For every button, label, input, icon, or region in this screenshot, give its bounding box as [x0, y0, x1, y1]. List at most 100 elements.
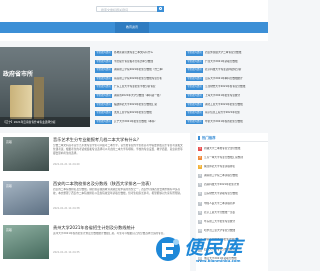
category-tag[interactable]: 学历提升资讯 — [95, 51, 112, 56]
list-item-title[interactable]: 广西大学2021年录取分数线 — [205, 60, 269, 65]
rank-title[interactable]: 华东理工大学招生专业统计 — [204, 220, 266, 224]
list-item-title[interactable]: 广东工业大学专业招生学校分析专业 — [114, 85, 178, 90]
category-tag[interactable]: 学历提升资讯 — [186, 76, 203, 82]
list-item-title[interactable]: 山东大学2021年本科分数线统计 — [205, 77, 269, 82]
list-item-title[interactable]: 北京科技大学专业选择如何分析 — [205, 68, 269, 73]
article-title[interactable]: 音乐艺术生分专业能报考几档二本大学有什么？ — [53, 137, 183, 143]
category-tag[interactable]: 学历提升资讯 — [186, 85, 203, 90]
rank-title[interactable]: 北京工商大学分数线一览表 — [204, 211, 266, 215]
article-item[interactable]: 高职 西安的二本院校排名及分数线（陕西大学排名一览表） 西安的二本院校排名及分数… — [3, 179, 187, 219]
list-item[interactable]: 学历提升资讯 广西大学2021年录取分数线 — [186, 58, 271, 67]
category-tag[interactable]: 学历提升资讯 — [186, 119, 203, 125]
article-thumbnail[interactable]: 高职 — [3, 137, 49, 171]
banner-image[interactable]: 政府省市所 【辽宁】2021年云南省专升本专业选择分析 — [0, 47, 90, 127]
category-tag[interactable]: 学历提升资讯 — [186, 102, 203, 108]
article-title[interactable]: 贵州大学2021年各省招生计划及分数线统计 — [53, 225, 183, 231]
list-item-title[interactable]: 学历提升专业报考分析历年分数线 — [114, 60, 178, 65]
list-item[interactable]: 学历提升资讯 华侨大学2021年各省招生分数线 — [186, 118, 271, 127]
watermark-brand: 便民库 — [184, 237, 243, 259]
rank-item[interactable]: 8 北京工商大学分数线一览表 — [196, 208, 268, 217]
list-item[interactable]: 学历提升资讯 福建师范大学2021年招生分数线汇总 — [95, 101, 180, 110]
category-tag[interactable]: 学历提升资讯 — [186, 93, 203, 99]
watermark-url: www.bianminku.com — [196, 258, 241, 263]
list-item[interactable]: 学历提升资讯 湖南理工学院2021年招生分数线（含二本） — [95, 66, 180, 75]
category-tag[interactable]: 学历提升资讯 — [95, 85, 112, 90]
list-item[interactable]: 学历提升资讯 湖南省2021年大学分数线（本科第一批） — [95, 92, 180, 101]
list-item[interactable]: 学历提升资讯 学历提升专业报考分析历年分数线 — [95, 58, 180, 67]
rank-item[interactable]: 7 中国人民大学二本录取名单 — [196, 199, 268, 208]
top-header: 搜索文章标题关键词 教育资讯 — [0, 0, 268, 41]
article-date: 2021-01-21 11:24:35 — [53, 251, 80, 254]
article-date: 2021-01-21 11:24:38 — [53, 207, 80, 210]
search-box[interactable]: 搜索文章标题关键词 — [96, 6, 164, 12]
list-item[interactable]: 学历提升资讯 广东工业大学专业招生学校分析专业 — [95, 83, 180, 92]
list-item-title[interactable]: 各地区资讯类专业二本文库有什么 — [114, 51, 178, 56]
list-item[interactable]: 学历提升资讯 各地区资讯类专业二本文库有什么 — [95, 49, 180, 58]
rank-item[interactable]: 3 陕西师范大学专业录取排名 — [196, 162, 268, 171]
rank-item[interactable]: 5 西南科技大学2021年招生计划 — [196, 181, 268, 190]
rank-item[interactable]: 2 江苏一本大学专业分数线汇总整理 — [196, 153, 268, 162]
rank-title[interactable]: 江苏一本大学专业分数线汇总整理 — [204, 156, 266, 160]
article-item[interactable]: 高职 音乐艺术生分专业能报考几档二本大学有什么？ 分数二本文科高考音乐艺术类专业… — [3, 135, 187, 175]
rank-number: 5 — [198, 183, 202, 188]
list-item-title[interactable]: 江西财经大学2021年各专业分数线 — [205, 85, 269, 90]
rank-title[interactable]: 山东财经大学录取专业分数线 — [204, 192, 266, 196]
list-item-title[interactable]: 上海大学2021年招生专业统计 — [205, 94, 269, 99]
list-item[interactable]: 学历提升资讯 上海大学2021年招生专业统计 — [186, 92, 271, 101]
category-tag[interactable]: 学历提升资讯 — [95, 102, 112, 108]
list-item-title[interactable]: 南京信息工程大学2021年招生 — [205, 111, 269, 116]
article-summary: 分数二本文科高考音乐艺术类专业学生可以报考二本大学，音乐类专业的学生在高考中需要… — [53, 144, 183, 155]
rank-title[interactable]: 新疆大学二本类专业全部分数线 — [204, 147, 266, 151]
rank-item[interactable]: 1 新疆大学二本类专业全部分数线 — [196, 144, 268, 153]
category-tag[interactable]: 学历提升资讯 — [95, 119, 112, 125]
category-tag[interactable]: 学历提升资讯 — [186, 51, 203, 56]
nav-item-education-news[interactable]: 教育资讯 — [115, 22, 149, 33]
category-tag[interactable]: 学历提升资讯 — [95, 59, 112, 65]
list-item[interactable]: 学历提升资讯 太原工业学院2021年招生分数线 — [95, 109, 180, 118]
category-tag[interactable]: 学历提升资讯 — [95, 111, 112, 116]
list-item-title[interactable]: 辽宁大学2021年招生分数线（本科） — [114, 120, 178, 125]
list-item-title[interactable]: 太原工业学院2021年招生分数线 — [114, 111, 178, 116]
category-tag[interactable]: 学历提升资讯 — [186, 68, 203, 73]
search-input[interactable]: 搜索文章标题关键词 — [101, 8, 128, 12]
article-thumbnail[interactable]: 高职 — [3, 181, 49, 215]
list-item[interactable]: 学历提升资讯 西安外国语大学二本专业分数线 — [186, 49, 271, 58]
rank-item[interactable]: 6 山东财经大学录取专业分数线 — [196, 190, 268, 199]
category-tag[interactable]: 学历提升资讯 — [186, 111, 203, 116]
rank-number: 1 — [198, 146, 202, 151]
list-item[interactable]: 学历提升资讯 北京科技大学专业选择如何分析 — [186, 66, 271, 75]
list-item-title[interactable]: 南昌理工学院2022年招生分数线专业分析 — [114, 77, 178, 82]
rank-item[interactable]: 4 湖南理工学院二本录取分数线 — [196, 172, 268, 181]
list-item[interactable]: 学历提升资讯 南京信息工程大学2021年招生 — [186, 109, 271, 118]
rank-title[interactable]: 西南科技大学2021年招生计划 — [204, 183, 266, 187]
rank-title[interactable]: 陕西师范大学专业录取排名 — [204, 165, 266, 169]
rank-number: 4 — [198, 174, 202, 179]
category-tag[interactable]: 学历提升资讯 — [95, 93, 112, 99]
list-item-title[interactable]: 湖北工业大学2021年招生分数线 — [205, 103, 269, 108]
category-tag[interactable]: 学历提升资讯 — [95, 68, 112, 73]
list-item-title[interactable]: 湖南理工学院2021年招生分数线（含二本） — [114, 68, 178, 73]
rank-item[interactable]: 9 华东理工大学招生专业统计 — [196, 218, 268, 227]
rank-number: 8 — [198, 210, 202, 215]
list-item-title[interactable]: 西安外国语大学二本专业分数线 — [205, 51, 269, 56]
list-item-title[interactable]: 湖南省2021年大学分数线（本科第一批） — [114, 94, 178, 99]
rank-title[interactable]: 中国人民大学二本录取名单 — [204, 202, 266, 206]
search-icon — [159, 7, 162, 10]
list-item[interactable]: 学历提升资讯 辽宁大学2021年招生分数线（本科） — [95, 118, 180, 127]
banner-pillar-shape — [34, 77, 44, 119]
rank-title[interactable]: 湖南理工学院二本录取分数线 — [204, 174, 266, 178]
list-item[interactable]: 学历提升资讯 山东大学2021年本科分数线统计 — [186, 75, 271, 84]
thumbnail-label: 高职 — [6, 184, 13, 188]
search-button[interactable] — [157, 6, 164, 12]
banner-caption[interactable]: 【辽宁】2021年云南省专升本专业选择分析 — [0, 117, 90, 127]
list-item[interactable]: 学历提升资讯 江西财经大学2021年各专业分数线 — [186, 83, 271, 92]
list-item-title[interactable]: 华侨大学2021年各省招生分数线 — [205, 120, 269, 125]
category-tag[interactable]: 学历提升资讯 — [186, 59, 203, 65]
list-item-title[interactable]: 福建师范大学2021年招生分数线汇总 — [114, 103, 178, 108]
list-item[interactable]: 学历提升资讯 南昌理工学院2022年招生分数线专业分析 — [95, 75, 180, 84]
banner-sign-shape — [10, 85, 32, 119]
article-title[interactable]: 西安的二本院校排名及分数线（陕西大学排名一览表） — [53, 181, 183, 187]
list-item[interactable]: 学历提升资讯 湖北工业大学2021年招生分数线 — [186, 101, 271, 110]
category-tag[interactable]: 学历提升资讯 — [95, 76, 112, 82]
article-thumbnail[interactable]: 高职 — [3, 225, 49, 259]
